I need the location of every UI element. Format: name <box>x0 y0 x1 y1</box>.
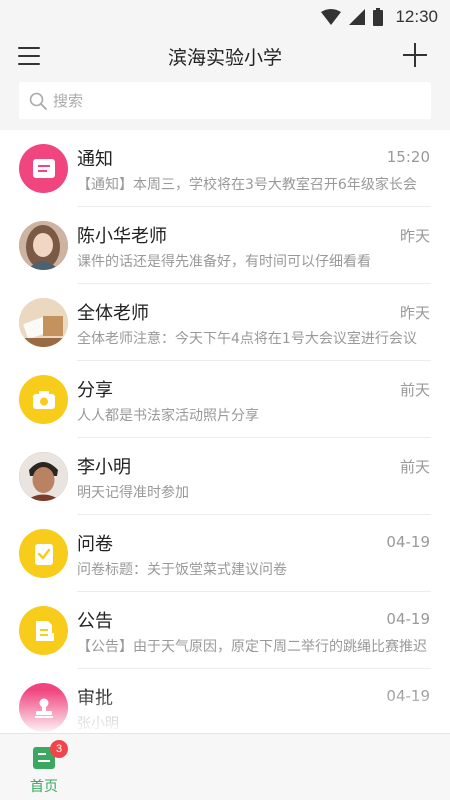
app-header: 滨海实验小学 <box>0 34 450 78</box>
avatar <box>19 221 68 270</box>
list-item[interactable]: 审批 04-19 张小明 <box>0 669 450 733</box>
search-bar[interactable] <box>19 82 431 119</box>
item-preview: 人人都是书法家活动照片分享 <box>77 408 259 424</box>
battery-icon <box>373 8 384 26</box>
item-name: 全体老师 <box>77 303 149 324</box>
wifi-icon <box>321 9 342 25</box>
list-item[interactable]: 全体老师 昨天 全体老师注意：今天下午4点将在1号大会议室进行会议 <box>0 284 450 361</box>
avatar <box>19 452 68 501</box>
item-name: 分享 <box>77 380 113 401</box>
list-item[interactable]: 分享 前天 人人都是书法家活动照片分享 <box>0 361 450 438</box>
item-name: 问卷 <box>77 534 113 555</box>
item-time: 前天 <box>399 381 430 399</box>
menu-icon[interactable] <box>18 45 40 67</box>
list-item[interactable]: 陈小华老师 昨天 课件的话还是得先准备好，有时间可以仔细看看 <box>0 207 450 284</box>
signal-icon <box>349 9 366 25</box>
conversation-list: 通知 15:20 【通知】本周三，学校将在3号大教室召开6年级家长会 陈小华老师… <box>0 130 450 733</box>
item-preview: 张小明 <box>77 716 119 732</box>
item-preview: 问卷标题：关于饭堂菜式建议问卷 <box>77 562 287 578</box>
survey-icon <box>19 529 68 578</box>
status-bar: 12:30 <box>0 0 450 34</box>
item-preview: 【通知】本周三，学校将在3号大教室召开6年级家长会 <box>77 177 417 193</box>
item-time: 15:20 <box>386 148 430 166</box>
item-name: 审批 <box>77 688 113 709</box>
status-icons: 12:30 <box>321 6 438 28</box>
list-item[interactable]: 问卷 04-19 问卷标题：关于饭堂菜式建议问卷 <box>0 515 450 592</box>
search-input[interactable] <box>53 91 413 110</box>
list-item[interactable]: 公告 04-19 【公告】由于天气原因，原定下周二举行的跳绳比赛推迟 <box>0 592 450 669</box>
item-name: 李小明 <box>77 457 131 478</box>
item-time: 04-19 <box>386 533 430 551</box>
item-preview: 全体老师注意：今天下午4点将在1号大会议室进行会议 <box>77 331 417 347</box>
list-item[interactable]: 通知 15:20 【通知】本周三，学校将在3号大教室召开6年级家长会 <box>0 130 450 207</box>
item-name: 公告 <box>77 611 113 632</box>
item-time: 昨天 <box>399 227 430 245</box>
status-time: 12:30 <box>395 7 438 26</box>
avatar <box>19 298 68 347</box>
item-preview: 【公告】由于天气原因，原定下周二举行的跳绳比赛推迟 <box>77 639 427 655</box>
search-icon <box>29 92 47 110</box>
add-icon[interactable] <box>402 42 428 68</box>
page-title: 滨海实验小学 <box>167 47 282 69</box>
item-name: 通知 <box>77 149 113 170</box>
tab-home[interactable]: 3 首页 <box>22 740 68 796</box>
camera-icon <box>19 375 68 424</box>
notice-icon <box>19 144 68 193</box>
item-preview: 课件的话还是得先准备好，有时间可以仔细看看 <box>77 254 371 270</box>
item-time: 昨天 <box>399 304 430 322</box>
item-time: 04-19 <box>386 610 430 628</box>
tab-home-label: 首页 <box>30 779 58 795</box>
item-time: 前天 <box>399 458 430 476</box>
item-time: 04-19 <box>386 687 430 705</box>
item-preview: 明天记得准时参加 <box>77 485 189 501</box>
approval-icon <box>19 683 68 732</box>
item-name: 陈小华老师 <box>77 226 167 247</box>
bottom-tab-bar: 3 首页 <box>0 733 450 800</box>
announcement-icon <box>19 606 68 655</box>
list-item[interactable]: 李小明 前天 明天记得准时参加 <box>0 438 450 515</box>
unread-badge: 3 <box>50 740 68 758</box>
